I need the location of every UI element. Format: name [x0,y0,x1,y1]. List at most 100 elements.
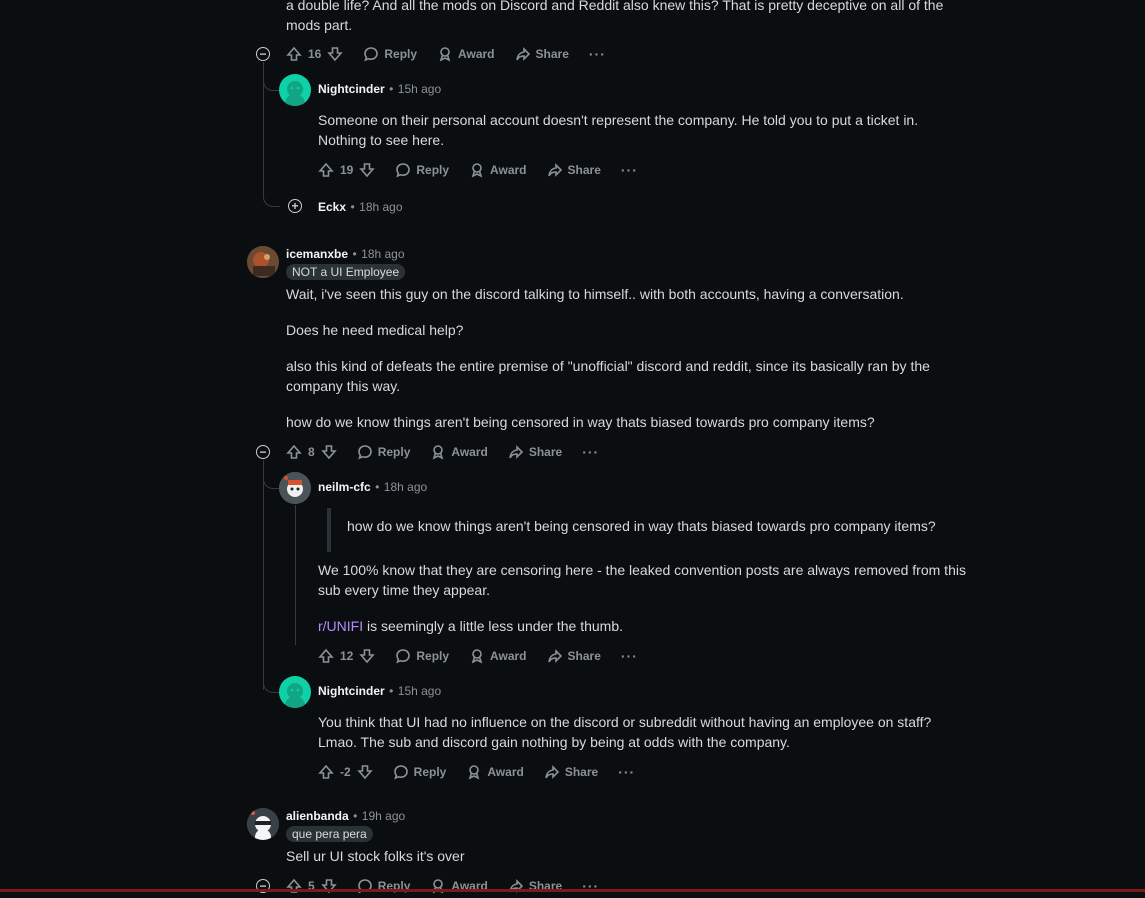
share-icon [545,765,559,779]
share-icon [547,163,562,177]
share-icon [509,445,523,459]
more-options-button[interactable]: ··· [618,764,635,780]
comment-header: Nightcinder • 15h ago [318,682,441,700]
upvote-icon[interactable] [318,162,334,178]
award-label: Award [458,47,495,61]
award-button[interactable]: Award [469,162,527,178]
timestamp[interactable]: 15h ago [398,684,441,698]
vote-count: 8 [308,445,315,459]
award-button[interactable]: Award [469,648,527,664]
comment-body: a double life? And all the mods on Disco… [286,0,943,35]
comment-text-line: also this kind of defeats the entire pre… [286,358,930,374]
more-options-button[interactable]: ··· [621,648,638,664]
reply-button[interactable]: Reply [357,444,411,460]
reply-icon [393,765,408,780]
avatar[interactable] [279,472,311,504]
username-link[interactable]: icemanxbe [286,247,348,261]
timestamp[interactable]: 18h ago [384,480,427,494]
award-button[interactable]: Award [437,46,495,62]
more-options-button[interactable]: ··· [589,46,606,62]
comment-header: neilm-cfc • 18h ago [318,478,427,496]
award-icon [471,649,483,664]
reply-icon [396,649,411,664]
reply-button[interactable]: Reply [363,46,417,62]
vote-count: 16 [308,47,322,61]
user-avatar-icon [247,246,279,278]
comment-text-line: sub every time they appear. [318,582,490,598]
separator: • [375,480,380,494]
expand-thread-button[interactable]: + [288,199,302,213]
share-button[interactable]: Share [508,444,562,460]
timestamp[interactable]: 15h ago [398,82,441,96]
award-label: Award [490,649,527,663]
comment-header: Eckx • 18h ago [318,198,403,216]
comment-paragraph: Does he need medical help? [286,322,464,338]
avatar[interactable] [279,676,311,708]
downvote-icon[interactable] [320,444,337,460]
reply-label: Reply [416,649,450,663]
reply-label: Reply [384,47,418,61]
share-icon [547,649,562,663]
award-button[interactable]: Award [430,444,488,460]
vote-count: 12 [340,649,354,663]
comment-text: is seemingly a little less under the thu… [363,618,624,634]
snoo-avatar-icon [285,81,305,106]
share-label: Share [564,765,599,779]
comment-paragraph: r/UNIFI is seemingly a little less under… [318,616,978,636]
avatar[interactable] [279,74,311,106]
reply-button[interactable]: Reply [395,648,449,664]
avatar[interactable] [247,246,279,278]
share-button[interactable]: Share [547,162,601,178]
share-label: Share [567,163,601,177]
upvote-icon[interactable] [318,764,334,780]
comment-paragraph: Wait, i've seen this guy on the discord … [286,286,904,302]
collapse-thread-button[interactable]: − [256,47,270,61]
subreddit-link[interactable]: r/UNIFI [318,618,363,634]
reply-button[interactable]: Reply [395,162,449,178]
downvote-icon[interactable] [327,46,344,62]
comment-header: alienbanda • 19h ago [286,807,405,825]
share-button[interactable]: Share [544,764,598,780]
thread-line[interactable] [295,505,296,645]
quote-text: how do we know things aren't being censo… [347,518,936,534]
comment-text-line: Nothing to see here. [318,132,445,148]
thread-line[interactable] [263,460,264,690]
username-link[interactable]: alienbanda [286,809,349,823]
award-button[interactable]: Award [466,764,524,780]
award-label: Award [451,445,488,459]
timestamp[interactable]: 19h ago [362,809,405,823]
username-link[interactable]: Eckx [318,200,346,214]
username-link[interactable]: Nightcinder [318,684,385,698]
comment-text-line: mods part. [286,17,353,33]
username-link[interactable]: neilm-cfc [318,480,371,494]
comment-body: Sell ur UI stock folks it's over [286,846,465,866]
award-icon [471,163,483,178]
separator: • [352,247,357,261]
more-options-button[interactable]: ··· [582,444,599,460]
upvote-icon[interactable] [318,648,334,664]
share-button[interactable]: Share [547,648,601,664]
collapse-thread-button[interactable]: − [256,445,270,459]
reply-label: Reply [377,445,411,459]
upvote-icon[interactable] [286,46,302,62]
username-link[interactable]: Nightcinder [318,82,385,96]
share-button[interactable]: Share [515,46,569,62]
comment-actions: 12 Reply Award Share ··· [318,644,658,668]
comment-header: Nightcinder • 15h ago [318,80,441,98]
more-options-button[interactable]: ··· [621,162,638,178]
reply-button[interactable]: Reply [393,764,446,780]
downvote-icon[interactable] [356,764,373,780]
downvote-icon[interactable] [359,648,376,664]
reply-icon [357,445,372,460]
snoo-avatar-icon [285,683,305,708]
timestamp[interactable]: 18h ago [359,200,402,214]
upvote-icon[interactable] [286,444,302,460]
snoo-avatar-icon [247,808,279,840]
share-label: Share [535,47,569,61]
comment-text-line: a double life? And all the mods on Disco… [286,0,944,13]
share-label: Share [567,649,601,663]
downvote-icon[interactable] [359,162,376,178]
avatar[interactable] [247,808,279,840]
timestamp[interactable]: 18h ago [361,247,404,261]
thread-connector [263,664,280,693]
